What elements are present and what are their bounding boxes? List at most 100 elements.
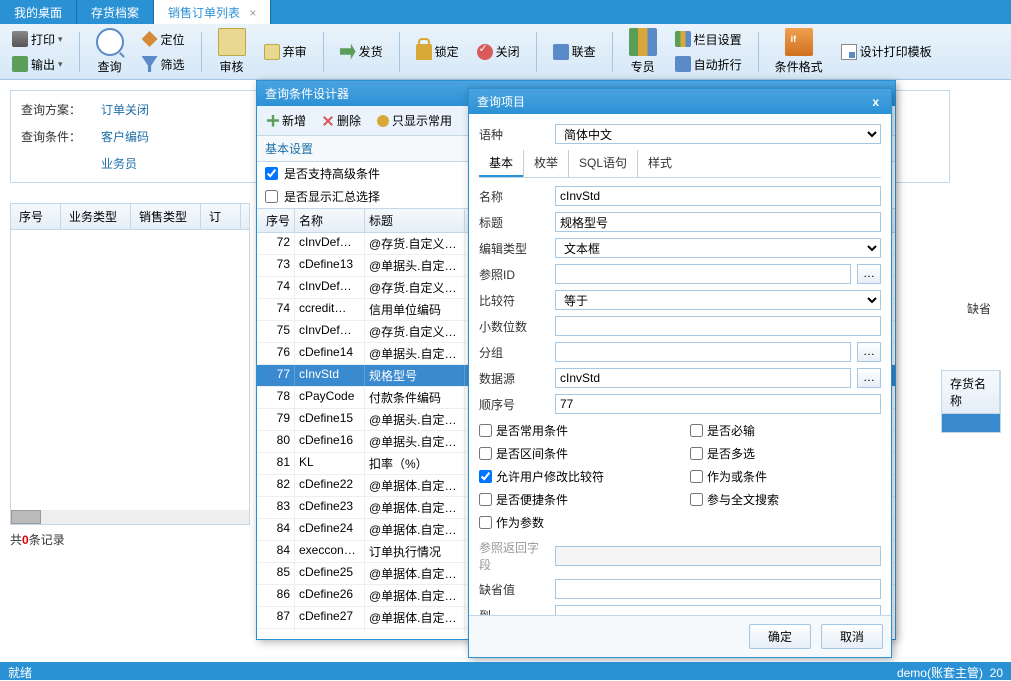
main-grid: 序号 业务类型 销售类型 订 <box>10 203 250 525</box>
window-close-icon[interactable]: x <box>868 95 883 109</box>
print-icon <box>12 31 28 47</box>
audit-icon <box>218 28 246 56</box>
chk-fulltext[interactable]: 参与全文搜索 <box>690 491 881 508</box>
decimals-input[interactable] <box>555 316 881 336</box>
locate-icon <box>142 31 158 47</box>
search-icon <box>96 28 124 56</box>
status-bar: 就绪 demo(账套主管) 20 <box>0 662 1011 680</box>
col-title[interactable]: 标题 <box>365 209 465 232</box>
link-button[interactable]: 联查 <box>547 40 602 63</box>
subtabs: 基本 枚举 SQL语句 样式 <box>479 150 881 178</box>
scheme-value[interactable]: 订单关闭 <box>101 101 149 118</box>
tab-label: 销售订单列表 <box>168 6 240 20</box>
show-summary-checkbox[interactable] <box>265 190 278 203</box>
comparator-select[interactable]: 等于 <box>555 290 881 310</box>
template-button[interactable]: 设计打印模板 <box>835 40 938 63</box>
group-input[interactable] <box>555 342 851 362</box>
close-button[interactable]: 关闭 <box>471 40 526 63</box>
refid-browse-button[interactable]: … <box>857 264 881 284</box>
ribbon: 打印▾ 输出▾ 查询 定位 筛选 审核 弃审 发货 锁定 关闭 联查 专员 栏目… <box>0 24 1011 80</box>
cond-format-button[interactable]: 条件格式 <box>769 26 829 77</box>
template-icon <box>841 44 857 60</box>
close-icon[interactable]: × <box>249 6 256 20</box>
vehicle-button[interactable]: 专员 <box>623 26 663 77</box>
status-left: 就绪 <box>8 664 32 678</box>
refid-input[interactable] <box>555 264 851 284</box>
abandon-icon <box>264 44 280 60</box>
chk-common[interactable]: 是否常用条件 <box>479 422 670 439</box>
tab-enum[interactable]: 枚举 <box>523 150 568 177</box>
tab-desktop[interactable]: 我的桌面 <box>0 0 77 24</box>
show-common-button[interactable]: 只显示常用 <box>371 110 458 131</box>
lang-select[interactable]: 简体中文 <box>555 124 881 144</box>
delete-icon <box>322 115 334 127</box>
columns-button[interactable]: 栏目设置 <box>669 28 748 51</box>
filter-button[interactable]: 筛选 <box>136 53 191 76</box>
col-order[interactable]: 订 <box>201 204 241 229</box>
cancel-button[interactable]: 取消 <box>821 624 883 649</box>
name-input[interactable] <box>555 186 881 206</box>
chk-asparam[interactable]: 作为参数 <box>479 514 670 531</box>
chk-range[interactable]: 是否区间条件 <box>479 445 670 462</box>
customer-link[interactable]: 客户编码 <box>101 128 149 145</box>
tab-inventory[interactable]: 存货档案 <box>77 0 154 24</box>
app-tabs: 我的桌面 存货档案 销售订单列表 × <box>0 0 1011 24</box>
col-biztype[interactable]: 业务类型 <box>61 204 131 229</box>
audit-button[interactable]: 审核 <box>212 26 252 77</box>
scheme-label: 查询方案： <box>21 101 81 118</box>
col-saletype[interactable]: 销售类型 <box>131 204 201 229</box>
chk-required[interactable]: 是否必输 <box>690 422 881 439</box>
ref-return-input <box>555 546 881 566</box>
chk-allowcmp[interactable]: 允许用户修改比较符 <box>479 468 670 485</box>
tab-basic[interactable]: 基本 <box>479 150 523 177</box>
close-icon <box>477 44 493 60</box>
col-seq[interactable]: 序号 <box>11 204 61 229</box>
delete-button[interactable]: 删除 <box>316 110 367 131</box>
extra-label: 缺省 <box>967 300 991 317</box>
output-button[interactable]: 输出▾ <box>6 53 69 76</box>
wrap-button[interactable]: 自动折行 <box>669 53 748 76</box>
tab-sales-order-list[interactable]: 销售订单列表 × <box>154 0 271 24</box>
locate-button[interactable]: 定位 <box>136 28 191 51</box>
col-name[interactable]: 名称 <box>295 209 365 232</box>
columns-icon <box>675 31 691 47</box>
add-icon <box>267 115 279 127</box>
output-icon <box>12 56 28 72</box>
cond-icon <box>785 28 813 56</box>
query-button[interactable]: 查询 <box>90 26 130 77</box>
wrap-icon <box>675 56 691 72</box>
window-title: 查询条件设计器 <box>265 85 349 102</box>
cond-label: 查询条件： <box>21 128 81 145</box>
eye-icon <box>377 115 389 127</box>
advanced-cond-checkbox[interactable] <box>265 167 278 180</box>
datasource-input[interactable] <box>555 368 851 388</box>
add-button[interactable]: 新增 <box>261 110 312 131</box>
query-item-window: 查询项目 x 语种 简体中文 基本 枚举 SQL语句 样式 名称 标题 编辑类型… <box>468 88 892 658</box>
edit-type-select[interactable]: 文本框 <box>555 238 881 258</box>
tab-style[interactable]: 样式 <box>637 150 682 177</box>
tab-sql[interactable]: SQL语句 <box>568 150 637 177</box>
col-seq[interactable]: 序号 <box>257 209 295 232</box>
group-browse-button[interactable]: … <box>857 342 881 362</box>
datasource-browse-button[interactable]: … <box>857 368 881 388</box>
default-input[interactable] <box>555 579 881 599</box>
abandon-button[interactable]: 弃审 <box>258 40 313 63</box>
window-title: 查询项目 <box>477 93 525 110</box>
print-button[interactable]: 打印▾ <box>6 28 69 51</box>
lock-icon <box>416 44 432 60</box>
lang-label: 语种 <box>479 126 549 143</box>
title-input[interactable] <box>555 212 881 232</box>
lock-button[interactable]: 锁定 <box>410 40 465 63</box>
vehicle-icon <box>629 28 657 56</box>
h-scrollbar[interactable] <box>11 510 249 524</box>
chk-orcond[interactable]: 作为或条件 <box>690 468 881 485</box>
salesperson-link[interactable]: 业务员 <box>101 155 137 172</box>
col-invname[interactable]: 存货名称 <box>942 371 1000 413</box>
chk-shortcut[interactable]: 是否便捷条件 <box>479 491 670 508</box>
chk-multi[interactable]: 是否多选 <box>690 445 881 462</box>
ok-button[interactable]: 确定 <box>749 624 811 649</box>
order-input[interactable] <box>555 394 881 414</box>
link-icon <box>553 44 569 60</box>
ship-button[interactable]: 发货 <box>334 40 389 63</box>
filter-icon <box>142 56 158 72</box>
